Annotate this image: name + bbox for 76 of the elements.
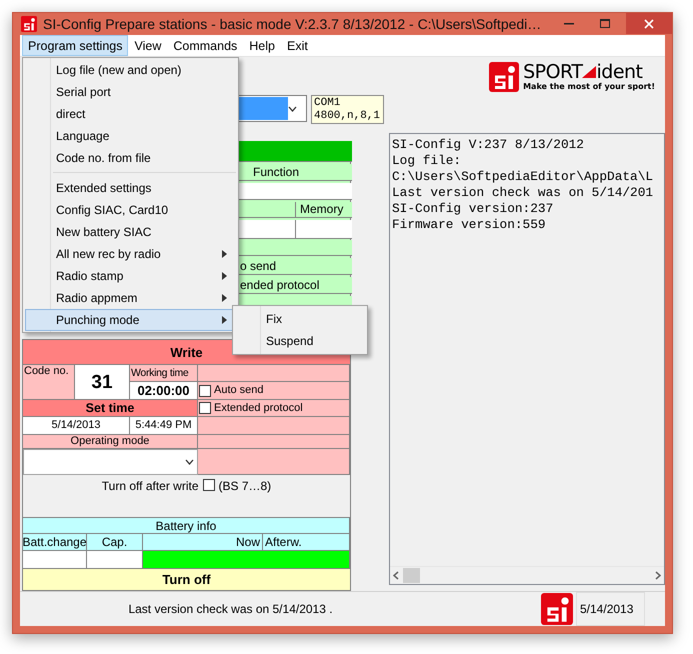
- brand-name: SPORT: [523, 62, 582, 82]
- log-line: SI-Config V:237 8/13/2012: [392, 137, 585, 153]
- log-line: Log file:: [392, 153, 462, 169]
- menu-item[interactable]: Radio appmem: [25, 287, 236, 309]
- scroll-left-icon[interactable]: [393, 571, 399, 580]
- caret-icon: [288, 106, 297, 112]
- code-label: Code no.: [23, 365, 75, 400]
- scrollbar[interactable]: [390, 566, 664, 584]
- turn-off-after-write-label: Turn off after write: [102, 479, 198, 495]
- log-line: SI-Config version:237: [392, 201, 554, 217]
- minimize-icon: [564, 22, 574, 24]
- menu-item[interactable]: View: [128, 35, 168, 56]
- scroll-right-icon[interactable]: [655, 571, 661, 580]
- menu-item[interactable]: Code no. from file: [25, 147, 236, 169]
- brand-name: ident: [596, 62, 643, 82]
- time-field[interactable]: 5:44:49 PM: [130, 417, 198, 435]
- submenu-arrow-icon: [222, 272, 227, 280]
- port-info: COM1 4800,n,8,1: [311, 95, 384, 124]
- close-icon: [644, 18, 654, 28]
- function-label: Function: [238, 164, 352, 181]
- operating-mode-dropdown[interactable]: [23, 449, 198, 475]
- triangle-icon: [582, 66, 596, 78]
- menu-item[interactable]: Log file (new and open): [25, 59, 236, 81]
- submenu-arrow-icon: [222, 294, 227, 302]
- option-label: o send: [238, 258, 352, 276]
- table-cell: [87, 551, 143, 569]
- model-note: (BS 7…8): [218, 479, 272, 495]
- menu-item[interactable]: Language: [25, 125, 236, 147]
- menu-item[interactable]: Radio stamp: [25, 265, 236, 287]
- option-label: Extended protocol: [214, 402, 303, 414]
- memory-label: Memory: [296, 202, 352, 218]
- battery-info-header: Battery info: [23, 518, 350, 534]
- log-line: Firmware version:559: [392, 217, 547, 233]
- submenu-arrow-icon: [222, 316, 227, 324]
- menu-item[interactable]: Exit: [281, 35, 314, 56]
- app-icon: [21, 16, 37, 32]
- menu-item[interactable]: Extended settings: [25, 177, 236, 199]
- option-label: Auto send: [214, 384, 264, 397]
- checkbox[interactable]: [199, 384, 211, 396]
- column-header: Afterw.: [263, 534, 350, 551]
- close-button[interactable]: [626, 13, 672, 34]
- working-time-label: Working time: [130, 365, 198, 382]
- checkbox[interactable]: [199, 402, 211, 414]
- column-header: Now: [143, 534, 263, 551]
- working-time-value: 02:00:00: [130, 382, 198, 400]
- menu-item[interactable]: Config SIAC, Card10: [25, 199, 236, 221]
- status-message: Last version check was on 5/14/2013 .: [128, 602, 333, 616]
- code-value: 31: [75, 365, 130, 400]
- logo-icon: [489, 62, 520, 92]
- column-header: Cap.: [87, 534, 143, 551]
- menu-item[interactable]: All new rec by radio: [25, 243, 236, 265]
- submenu-arrow-icon: [222, 250, 227, 258]
- menu-item[interactable]: Program settings: [22, 35, 128, 56]
- port-dropdown[interactable]: [237, 95, 307, 122]
- menu-item[interactable]: Commands: [167, 35, 244, 56]
- option-label: ended protocol: [238, 277, 352, 294]
- column-header: Batt.change: [23, 534, 87, 551]
- window-title: SI-Config Prepare stations - basic mode V:2.3.7 8/13/2012 - C:\Users\Softpedi…: [43, 16, 542, 32]
- status-date: 5/14/2013: [576, 592, 645, 626]
- operating-mode-label: Operating mode: [23, 435, 198, 449]
- log-line: Last version check was on 5/14/201: [392, 185, 654, 201]
- turn-off-button[interactable]: Turn off: [23, 569, 350, 590]
- maximize-icon: [600, 19, 610, 28]
- menu-item[interactable]: Serial port: [25, 81, 236, 103]
- menu-item[interactable]: New battery SIAC: [25, 221, 236, 243]
- menu-item[interactable]: Fix: [235, 308, 365, 330]
- log-line: C:\Users\SoftpediaEditor\AppData\L: [392, 169, 654, 185]
- menu-item[interactable]: direct: [25, 103, 236, 125]
- menu-item[interactable]: Help: [243, 35, 281, 56]
- caret-icon: [185, 459, 194, 465]
- date-field[interactable]: 5/14/2013: [23, 417, 130, 435]
- status-icon: [541, 593, 573, 625]
- scroll-thumb[interactable]: [403, 568, 420, 583]
- logo-tagline: Make the most of your sport!: [523, 82, 655, 91]
- set-time-button[interactable]: Set time: [23, 400, 198, 417]
- checkbox[interactable]: [202, 479, 214, 491]
